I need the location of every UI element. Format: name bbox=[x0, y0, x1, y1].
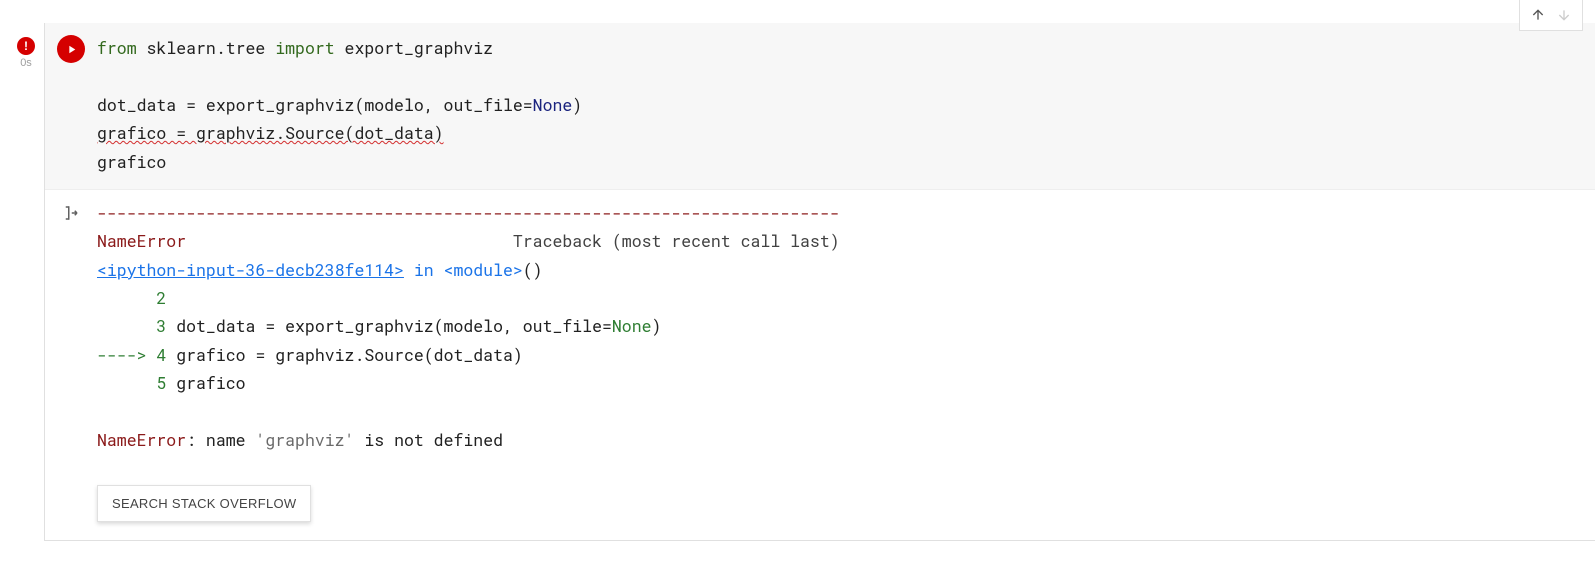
output-gutter bbox=[45, 196, 97, 540]
input-area: from sklearn.tree import export_graphviz… bbox=[45, 23, 1595, 190]
traceback-header: Traceback (most recent call last) bbox=[186, 231, 840, 252]
code-line-3a: dot_data = export_graphviz(modelo, out_f… bbox=[97, 95, 533, 116]
search-stack-overflow-button[interactable]: SEARCH STACK OVERFLOW bbox=[97, 485, 311, 522]
traceback-final-str: 'graphviz' bbox=[255, 430, 354, 451]
cell-nav-controls bbox=[1519, 0, 1583, 31]
output-collapse-toggle[interactable] bbox=[62, 204, 80, 540]
traceback-final-msg2: is not defined bbox=[354, 430, 503, 451]
run-column bbox=[45, 23, 97, 189]
traceback-parens: () bbox=[523, 260, 543, 281]
code-keyword-from: from bbox=[97, 38, 137, 59]
arrow-up-icon bbox=[1530, 7, 1546, 23]
nav-down-button[interactable] bbox=[1552, 3, 1576, 27]
output-area: ----------------------------------------… bbox=[45, 190, 1595, 540]
notebook-cell-container: ! 0s from sklearn.tree import export_gra… bbox=[0, 0, 1595, 541]
run-cell-button[interactable] bbox=[57, 35, 85, 63]
traceback-frame-link[interactable]: <ipython-input-36-decb238fe114> bbox=[97, 260, 404, 281]
traceback-lineno-4: 4 bbox=[156, 345, 166, 366]
code-line-3b: ) bbox=[572, 95, 582, 116]
code-editor[interactable]: from sklearn.tree import export_graphviz… bbox=[97, 23, 1595, 189]
traceback-module: <module> bbox=[444, 260, 523, 281]
play-icon bbox=[65, 43, 78, 56]
traceback-lineno-3: 3 bbox=[97, 316, 166, 337]
traceback-in-word: in bbox=[404, 260, 444, 281]
traceback-separator: ----------------------------------------… bbox=[97, 203, 840, 224]
nav-up-button[interactable] bbox=[1526, 3, 1550, 27]
code-module: sklearn.tree bbox=[137, 38, 276, 59]
traceback-line-2 bbox=[166, 288, 176, 309]
status-gutter: ! 0s bbox=[8, 23, 44, 541]
traceback-final-msg1: : name bbox=[186, 430, 255, 451]
traceback-line-3: dot_data = export_graphviz(modelo, out_f… bbox=[166, 316, 612, 337]
output-arrow-icon bbox=[62, 204, 80, 222]
code-cell: from sklearn.tree import export_graphviz… bbox=[44, 23, 1595, 541]
code-import-name: export_graphviz bbox=[335, 38, 493, 59]
traceback-error-name: NameError bbox=[97, 231, 186, 252]
traceback-line-4: grafico = graphviz.Source(dot_data) bbox=[166, 345, 522, 366]
traceback-arrow: ----> bbox=[97, 345, 156, 366]
code-keyword-import: import bbox=[275, 38, 334, 59]
output-content: ----------------------------------------… bbox=[97, 196, 1595, 540]
traceback-line-3-close: ) bbox=[652, 316, 662, 337]
traceback-final-name: NameError bbox=[97, 430, 186, 451]
error-status-icon: ! bbox=[17, 37, 35, 55]
code-none: None bbox=[533, 95, 573, 116]
code-line-5: grafico bbox=[97, 152, 166, 173]
traceback-lineno-2: 2 bbox=[97, 288, 166, 309]
traceback-lineno-5: 5 bbox=[97, 373, 166, 394]
execution-time-label: 0s bbox=[20, 57, 32, 69]
code-line-4: grafico = graphviz.Source(dot_data) bbox=[97, 123, 444, 144]
arrow-down-icon bbox=[1556, 7, 1572, 23]
traceback-line-3-none: None bbox=[612, 316, 652, 337]
traceback-line-5: grafico bbox=[166, 373, 245, 394]
